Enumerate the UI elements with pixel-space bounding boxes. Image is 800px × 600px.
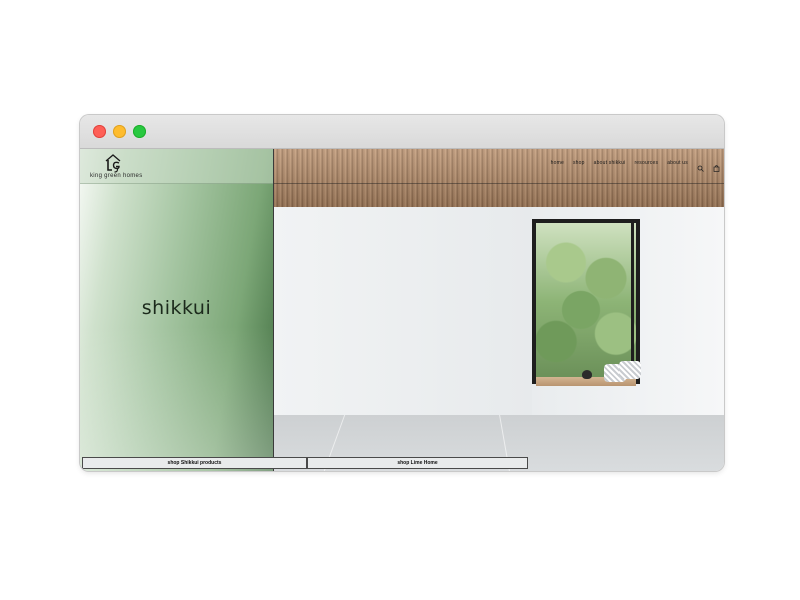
ceiling-shading [274, 149, 724, 207]
nav-link-home[interactable]: home [551, 160, 564, 166]
header-rule [274, 183, 724, 184]
brand-name[interactable]: king green homes [90, 173, 143, 179]
nav-link-about-us[interactable]: about us [667, 160, 688, 166]
kettle-object [582, 370, 592, 379]
shop-lime-home-button[interactable]: shop Lime Home [307, 457, 528, 469]
web-page: king green homes shikkui home shop about [80, 149, 724, 471]
nav-link-resources[interactable]: resources [634, 160, 658, 166]
panel-divider [273, 149, 274, 471]
minimize-window-button[interactable] [113, 125, 126, 138]
hero-heading: shikkui [141, 297, 212, 319]
cushion [619, 361, 641, 379]
browser-window: king green homes shikkui home shop about [80, 115, 724, 471]
window-mullion [631, 223, 634, 381]
hero-left-panel: king green homes shikkui [80, 149, 273, 471]
close-window-button[interactable] [93, 125, 106, 138]
cart-icon[interactable] [713, 159, 720, 172]
lg-house-monogram-icon[interactable] [102, 152, 124, 174]
main-nav: home shop about shikkui resources about … [551, 159, 720, 172]
zoom-window-button[interactable] [133, 125, 146, 138]
hero-room-image: home shop about shikkui resources about … [274, 149, 724, 471]
title-bar [80, 115, 724, 149]
forest-view [536, 223, 636, 381]
search-icon[interactable] [697, 159, 704, 172]
back-wall [274, 207, 532, 417]
nav-link-shop[interactable]: shop [573, 160, 585, 166]
site-header-left: king green homes [80, 149, 273, 184]
shop-shikkui-products-button[interactable]: shop Shikkui products [82, 457, 307, 469]
nav-link-about-shikkui[interactable]: about shikkui [594, 160, 626, 166]
